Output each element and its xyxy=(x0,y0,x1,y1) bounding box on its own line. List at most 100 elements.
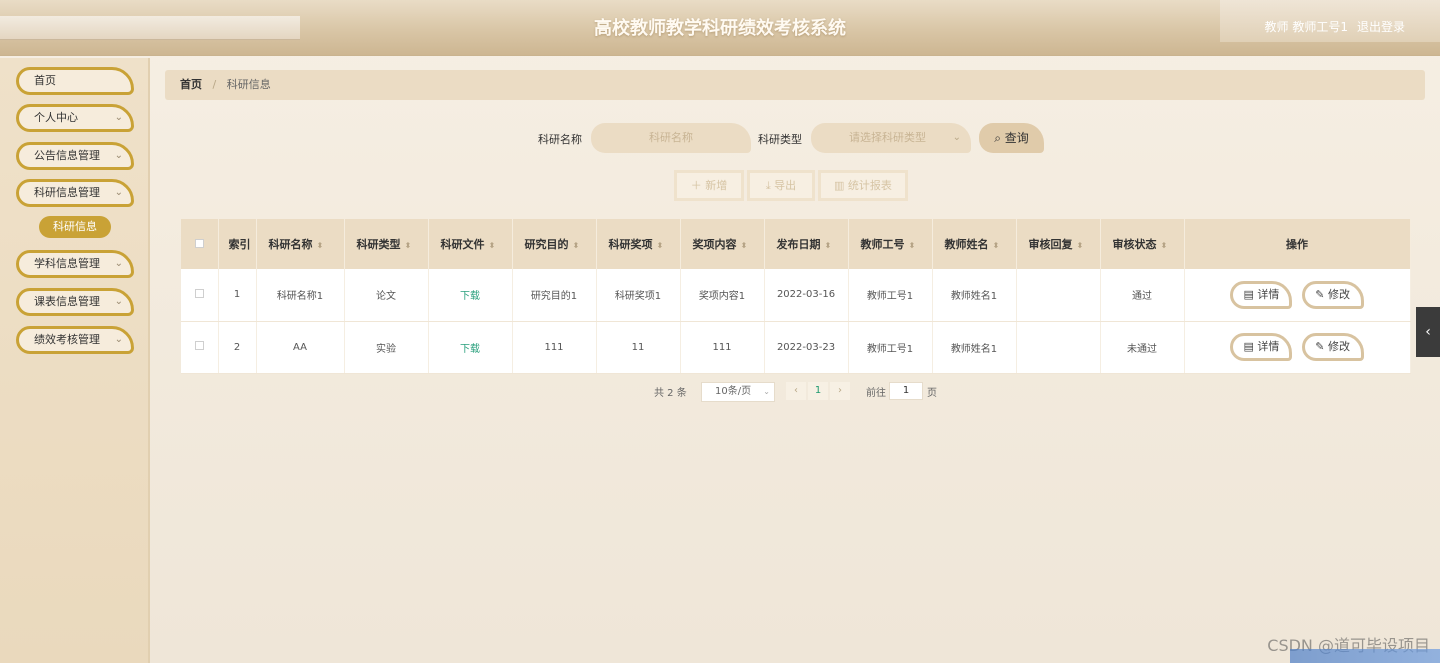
sidebar-subitem-research-info[interactable]: 科研信息 xyxy=(39,216,111,238)
edit-button[interactable]: ✎ 修改 xyxy=(1301,280,1364,309)
chevron-down-icon: ⌄ xyxy=(763,387,770,396)
col-header-research-type[interactable]: 科研类型 ⬍ xyxy=(344,219,429,269)
cell-award: 11 xyxy=(596,321,681,374)
select-all-checkbox[interactable] xyxy=(194,238,204,248)
table-header-row: 索引 科研名称 ⬍ 科研类型 ⬍ 科研文件 ⬍ 研究目的 ⬍ 科研奖项 ⬍ 奖项内容 ⬍ 发… xyxy=(181,219,1411,269)
table-row: 1 科研名称1 论文 下载 研究目的1 科研奖项1 奖项内容1 2022-03-… xyxy=(181,269,1411,322)
cell-publish-date: 2022-03-16 xyxy=(764,269,849,322)
cell-award-content: 111 xyxy=(680,321,765,374)
chevron-down-icon: ⌄ xyxy=(114,334,123,345)
col-header-purpose[interactable]: 研究目的 ⬍ xyxy=(512,219,597,269)
row-select-cell xyxy=(181,269,219,322)
current-user: 教师 教师工号1 xyxy=(1264,20,1348,34)
col-header-review-reply[interactable]: 审核回复 ⬍ xyxy=(1016,219,1101,269)
breadcrumb-home[interactable]: 首页 xyxy=(180,78,202,91)
research-name-label: 科研名称 xyxy=(538,133,582,146)
cell-award: 科研奖项1 xyxy=(596,269,681,322)
col-header-award[interactable]: 科研奖项 ⬍ xyxy=(596,219,681,269)
query-button-label: 查询 xyxy=(1004,131,1029,145)
research-type-select[interactable]: 请选择科研类型 ⌄ xyxy=(811,123,971,153)
cell-review-status: 未通过 xyxy=(1100,321,1185,374)
sidebar-item-subject-management[interactable]: 学科信息管理 ⌄ xyxy=(16,250,134,278)
row-checkbox[interactable] xyxy=(194,288,204,298)
collapse-panel-button[interactable]: ‹ xyxy=(1416,307,1440,357)
page-number-current[interactable]: 1 xyxy=(808,382,828,400)
sort-icon[interactable]: ⬍ xyxy=(657,241,664,250)
cell-research-type: 实验 xyxy=(344,321,429,374)
col-header-research-file[interactable]: 科研文件 ⬍ xyxy=(428,219,513,269)
research-table: 索引 科研名称 ⬍ 科研类型 ⬍ 科研文件 ⬍ 研究目的 ⬍ 科研奖项 ⬍ 奖项内容 ⬍ 发… xyxy=(181,219,1411,374)
sidebar-item-label: 首页 xyxy=(34,74,56,87)
sidebar-item-label: 绩效考核管理 xyxy=(34,333,100,346)
detail-button[interactable]: ▤ 详情 xyxy=(1230,280,1293,309)
research-type-placeholder: 请选择科研类型 xyxy=(849,131,926,144)
sort-icon[interactable]: ⬍ xyxy=(741,241,748,250)
cell-research-file: 下载 xyxy=(428,321,513,374)
row-checkbox[interactable] xyxy=(194,341,204,350)
export-button[interactable]: ⤓ 导出 xyxy=(747,170,815,201)
chevron-down-icon: ⌄ xyxy=(114,150,123,161)
chevron-down-icon: ⌄ xyxy=(114,112,123,123)
download-link[interactable]: 下载 xyxy=(460,291,480,302)
logout-link[interactable]: 退出登录 xyxy=(1357,18,1405,35)
chevron-left-icon: ‹ xyxy=(1425,324,1431,340)
col-header-award-content[interactable]: 奖项内容 ⬍ xyxy=(680,219,765,269)
sidebar-item-performance-management[interactable]: 绩效考核管理 ⌄ xyxy=(16,326,134,354)
goto-page-input[interactable]: 1 xyxy=(889,382,923,400)
sort-icon[interactable]: ⬍ xyxy=(1161,241,1168,250)
app-title: 高校教师教学科研绩效考核系统 xyxy=(594,18,846,39)
cell-actions: ▤ 详情 ✎ 修改 xyxy=(1184,321,1411,374)
download-link[interactable]: 下载 xyxy=(460,344,480,355)
research-name-input[interactable]: 科研名称 xyxy=(591,123,751,153)
breadcrumb-separator: / xyxy=(212,78,217,91)
cell-teacher-no: 教师工号1 xyxy=(848,269,933,322)
table-row: 2 AA 实验 下载 111 11 111 2022-03-23 教师工号1 教… xyxy=(181,321,1411,374)
cell-publish-date: 2022-03-23 xyxy=(764,321,849,374)
sort-icon[interactable]: ⬍ xyxy=(993,241,1000,250)
sort-icon[interactable]: ⬍ xyxy=(909,241,916,250)
top-header: 高校教师教学科研绩效考核系统 教师 教师工号1 退出登录 xyxy=(0,0,1440,56)
col-header-publish-date[interactable]: 发布日期 ⬍ xyxy=(764,219,849,269)
sort-icon[interactable]: ⬍ xyxy=(573,241,580,250)
cell-review-reply xyxy=(1016,269,1101,322)
sidebar-item-research-management[interactable]: 科研信息管理 ⌄ xyxy=(16,179,134,207)
cell-index: 1 xyxy=(218,269,257,322)
col-header-teacher-no[interactable]: 教师工号 ⬍ xyxy=(848,219,933,269)
cell-purpose: 研究目的1 xyxy=(512,269,597,322)
chevron-down-icon: ⌄ xyxy=(952,132,961,143)
cell-research-name: 科研名称1 xyxy=(256,269,345,322)
sort-icon[interactable]: ⬍ xyxy=(405,241,412,250)
col-header-research-name[interactable]: 科研名称 ⬍ xyxy=(256,219,345,269)
query-button[interactable]: ⌕ 查询 xyxy=(979,123,1044,153)
pagination-total: 共 2 条 xyxy=(654,388,687,399)
sidebar-item-personal-center[interactable]: 个人中心 ⌄ xyxy=(16,104,134,132)
sort-icon[interactable]: ⬍ xyxy=(317,241,324,250)
sidebar-item-label: 科研信息管理 xyxy=(34,186,100,199)
col-header-teacher-name[interactable]: 教师姓名 ⬍ xyxy=(932,219,1017,269)
cell-actions: ▤ 详情 ✎ 修改 xyxy=(1184,269,1411,322)
ime-toolbar xyxy=(1290,649,1440,663)
cell-review-reply xyxy=(1016,321,1101,374)
sidebar-item-label: 课表信息管理 xyxy=(34,295,100,308)
add-button[interactable]: ＋ 新增 xyxy=(674,170,744,201)
sort-icon[interactable]: ⬍ xyxy=(1077,241,1084,250)
sidebar-item-schedule-management[interactable]: 课表信息管理 ⌄ xyxy=(16,288,134,316)
sort-icon[interactable]: ⬍ xyxy=(489,241,496,250)
chevron-down-icon: ⌄ xyxy=(114,296,123,307)
sort-icon[interactable]: ⬍ xyxy=(825,241,832,250)
sidebar-item-home[interactable]: 首页 xyxy=(16,67,134,95)
breadcrumb: 首页 / 科研信息 xyxy=(165,70,1425,100)
sidebar: 首页 个人中心 ⌄ 公告信息管理 ⌄ 科研信息管理 ⌄ 科研信息 学科信息管理 … xyxy=(0,58,150,663)
next-page-button[interactable]: › xyxy=(830,382,850,400)
col-header-index: 索引 xyxy=(218,219,257,269)
cell-research-type: 论文 xyxy=(344,269,429,322)
stats-report-button[interactable]: ▥ 统计报表 xyxy=(818,170,908,201)
prev-page-button[interactable]: ‹ xyxy=(786,382,806,400)
edit-button[interactable]: ✎ 修改 xyxy=(1301,333,1364,361)
page-size-select[interactable]: 10条/页 ⌄ xyxy=(701,382,775,402)
col-header-review-status[interactable]: 审核状态 ⬍ xyxy=(1100,219,1185,269)
detail-button[interactable]: ▤ 详情 xyxy=(1230,333,1293,361)
sidebar-item-notice-management[interactable]: 公告信息管理 ⌄ xyxy=(16,142,134,170)
search-icon: ⌕ xyxy=(994,131,1001,145)
cell-research-file: 下载 xyxy=(428,269,513,322)
